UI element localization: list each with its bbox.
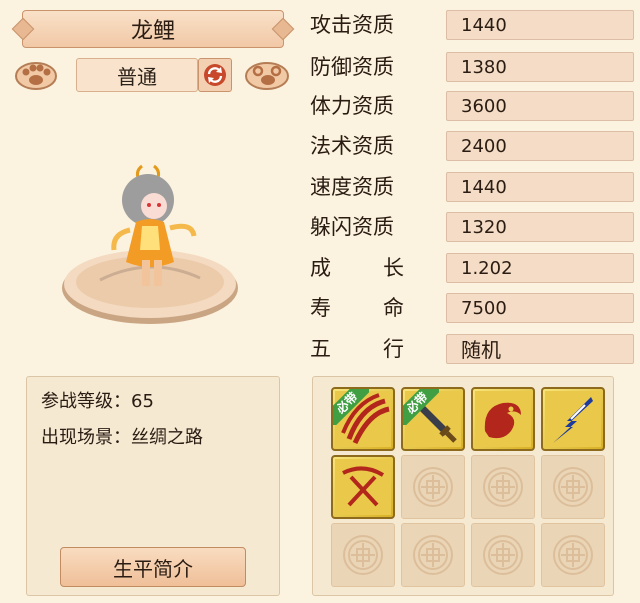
paw-icon — [15, 62, 57, 90]
crossed-swords-skill-icon — [335, 459, 391, 515]
empty-slot-ornament-icon — [553, 467, 593, 507]
scene-line: 出现场景：丝绸之路 — [41, 423, 203, 449]
empty-skill-slot[interactable] — [401, 523, 465, 587]
stat-label: 成 长 — [310, 253, 404, 283]
skill-grid: 必带 必带 — [312, 376, 614, 596]
stat-label: 寿 命 — [310, 293, 404, 323]
battle-level-label: 参战等级： — [41, 391, 131, 412]
stat-row-attack: 攻击资质 1440 — [310, 10, 640, 40]
stat-label-char: 成 — [310, 256, 331, 280]
scene-label: 出现场景： — [41, 427, 131, 448]
empty-slot-ornament-icon — [413, 467, 453, 507]
battle-level-value: 65 — [131, 391, 154, 412]
stat-row-defense: 防御资质 1380 — [310, 52, 640, 82]
refresh-icon — [204, 64, 226, 86]
empty-skill-slot[interactable] — [331, 523, 395, 587]
refresh-button[interactable] — [198, 58, 232, 92]
stat-row-lifespan: 寿 命 7500 — [310, 293, 640, 323]
stat-row-element: 五 行 随机 — [310, 334, 640, 364]
stat-label-char: 命 — [383, 296, 404, 320]
stat-label: 速度资质 — [310, 175, 394, 199]
stat-label: 攻击资质 — [310, 13, 394, 37]
stat-label-char: 五 — [310, 337, 331, 361]
stat-value: 1380 — [446, 52, 634, 82]
empty-slot-ornament-icon — [343, 535, 383, 575]
empty-skill-slot[interactable] — [471, 455, 535, 519]
skill-slot[interactable]: 必带 — [401, 387, 465, 451]
pet-type-field: 普通 — [76, 58, 198, 92]
must-carry-badge: 必带 — [333, 389, 369, 425]
stat-value: 7500 — [446, 293, 634, 323]
stat-value: 1440 — [446, 172, 634, 202]
must-carry-label: 必带 — [403, 389, 439, 425]
empty-slot-ornament-icon — [413, 535, 453, 575]
stat-label: 防御资质 — [310, 55, 394, 79]
stat-row-dodge: 躲闪资质 1320 — [310, 212, 640, 242]
empty-skill-slot[interactable] — [541, 523, 605, 587]
pet-name-title: 龙鲤 — [22, 10, 284, 48]
stat-label-char: 行 — [383, 337, 404, 361]
skill-slot[interactable] — [541, 387, 605, 451]
empty-slot-ornament-icon — [553, 535, 593, 575]
stat-value: 随机 — [446, 334, 634, 364]
stat-label: 躲闪资质 — [310, 215, 394, 239]
stat-value: 1440 — [446, 10, 634, 40]
must-carry-badge: 必带 — [403, 389, 439, 425]
stat-row-stamina: 体力资质 3600 — [310, 91, 640, 121]
stat-label: 五 行 — [310, 334, 404, 364]
stat-row-growth: 成 长 1.202 — [310, 253, 640, 283]
stat-value: 3600 — [446, 91, 634, 121]
lightning-skill-icon — [545, 391, 601, 447]
stat-row-magic: 法术资质 2400 — [310, 131, 640, 161]
paw-icon — [245, 62, 289, 90]
stat-value: 1.202 — [446, 253, 634, 283]
pet-name: 龙鲤 — [130, 19, 175, 44]
paw-right-button[interactable] — [244, 60, 290, 90]
must-carry-label: 必带 — [333, 389, 369, 425]
skill-slot[interactable] — [331, 455, 395, 519]
empty-slot-ornament-icon — [483, 535, 523, 575]
stat-label: 法术资质 — [310, 134, 394, 158]
scene-value: 丝绸之路 — [131, 427, 203, 448]
skill-slot[interactable]: 必带 — [331, 387, 395, 451]
stat-row-speed: 速度资质 1440 — [310, 172, 640, 202]
stat-label-char: 长 — [383, 256, 404, 280]
stat-value: 1320 — [446, 212, 634, 242]
bio-button[interactable]: 生平简介 — [60, 547, 246, 587]
skill-slot[interactable] — [471, 387, 535, 451]
empty-slot-ornament-icon — [483, 467, 523, 507]
battle-level-line: 参战等级：65 — [41, 387, 154, 413]
bio-button-label: 生平简介 — [113, 556, 193, 581]
pet-character-image — [62, 164, 238, 324]
pet-type: 普通 — [117, 64, 157, 89]
empty-skill-slot[interactable] — [471, 523, 535, 587]
dragon-skill-icon — [475, 391, 531, 447]
pet-preview — [50, 160, 250, 340]
paw-left-button[interactable] — [14, 60, 58, 90]
stat-value: 2400 — [446, 131, 634, 161]
empty-skill-slot[interactable] — [541, 455, 605, 519]
stat-label: 体力资质 — [310, 94, 394, 118]
empty-skill-slot[interactable] — [401, 455, 465, 519]
stat-label-char: 寿 — [310, 296, 331, 320]
